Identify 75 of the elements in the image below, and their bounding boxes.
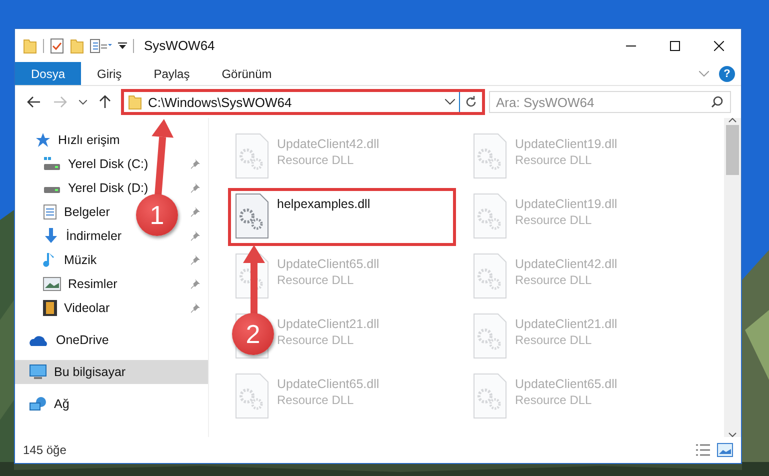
dll-file-icon: [473, 373, 507, 419]
scrollbar[interactable]: [724, 118, 741, 437]
pin-icon: [190, 255, 200, 265]
sidebar-item[interactable]: Resimler: [68, 277, 118, 291]
sidebar-item[interactable]: Yerel Disk (D:): [68, 181, 148, 195]
sidebar-item[interactable]: Yerel Disk (C:): [68, 157, 148, 171]
large-icons-view-icon[interactable]: [717, 443, 733, 457]
search-field[interactable]: Ara: SysWOW64: [489, 91, 731, 113]
folder-icon: [70, 38, 84, 54]
details-view-icon[interactable]: [695, 443, 711, 457]
document-icon: [43, 204, 57, 220]
close-icon: [714, 40, 724, 50]
pin-icon: [190, 279, 200, 289]
customize-caret-icon: [118, 41, 127, 50]
pin-icon: [190, 159, 200, 169]
ribbon-tab[interactable]: Dosya: [15, 62, 82, 85]
file-type: Resource DLL: [515, 333, 593, 347]
file-type: Resource DLL: [515, 153, 593, 167]
checklist-icon: [50, 38, 64, 54]
refresh-icon: [465, 96, 477, 108]
file-type: Resource DLL: [515, 213, 593, 227]
music-note-icon: [43, 252, 57, 268]
dll-file-icon: [473, 133, 507, 179]
star-icon: [35, 132, 51, 148]
dll-file-icon: [235, 373, 269, 419]
dropdown-caret-icon[interactable]: [445, 99, 455, 105]
sidebar-item[interactable]: Müzik: [64, 253, 97, 267]
sidebar-item[interactable]: Videolar: [64, 301, 110, 315]
ribbon-tab[interactable]: Görünüm: [206, 62, 288, 85]
file-type: Resource DLL: [515, 273, 593, 287]
file-type: Resource DLL: [515, 393, 593, 407]
file-name[interactable]: helpexamples.dll: [277, 197, 370, 211]
item-count: 145 öğe: [23, 443, 66, 457]
pin-icon: [190, 231, 200, 241]
pin-icon: [190, 303, 200, 313]
cloud-icon: [29, 334, 49, 346]
network-icon: [29, 396, 47, 412]
file-type: Resource DLL: [277, 393, 355, 407]
image-icon: [43, 277, 61, 291]
maximize-icon: [670, 40, 680, 50]
sidebar-item[interactable]: İndirmeler: [66, 229, 122, 243]
download-icon: [43, 228, 59, 244]
help-button[interactable]: ?: [719, 66, 735, 82]
file-type: Resource DLL: [277, 153, 355, 167]
sidebar-item[interactable]: OneDrive: [56, 333, 109, 347]
scrollbar-thumb[interactable]: [726, 125, 739, 175]
expand-ribbon-icon[interactable]: [699, 70, 709, 76]
drive-icon: [43, 187, 61, 193]
file-type: Resource DLL: [277, 333, 355, 347]
scroll-down-icon[interactable]: [728, 432, 737, 437]
sidebar-item[interactable]: Belgeler: [64, 205, 110, 219]
dll-file-icon: [235, 193, 269, 239]
sidebar-item[interactable]: Ağ: [54, 397, 70, 411]
dll-file-icon: [473, 253, 507, 299]
pin-icon: [190, 207, 200, 217]
sidebar-item[interactable]: Bu bilgisayar: [54, 365, 126, 379]
minimize-icon: [626, 44, 636, 46]
film-icon: [43, 300, 57, 316]
folder-icon: [23, 38, 37, 54]
folder-icon: [128, 94, 142, 110]
monitor-icon: [29, 364, 47, 380]
properties-icon: [90, 38, 112, 52]
ribbon-tab[interactable]: Giriş: [81, 62, 138, 85]
pin-icon: [190, 183, 200, 193]
drive-icon: [43, 157, 61, 171]
address-field[interactable]: C:\Windows\SysWOW64: [124, 92, 460, 112]
sidebar-item[interactable]: Hızlı erişim: [58, 133, 120, 147]
ribbon-tab[interactable]: Paylaş: [138, 62, 206, 85]
dll-file-icon: [235, 133, 269, 179]
file-type: Resource DLL: [277, 273, 355, 287]
window-title: SysWOW64: [144, 38, 215, 53]
dll-file-icon: [473, 193, 507, 239]
scroll-up-icon[interactable]: [728, 118, 737, 123]
search-icon: [711, 96, 723, 108]
dll-file-icon: [473, 313, 507, 359]
